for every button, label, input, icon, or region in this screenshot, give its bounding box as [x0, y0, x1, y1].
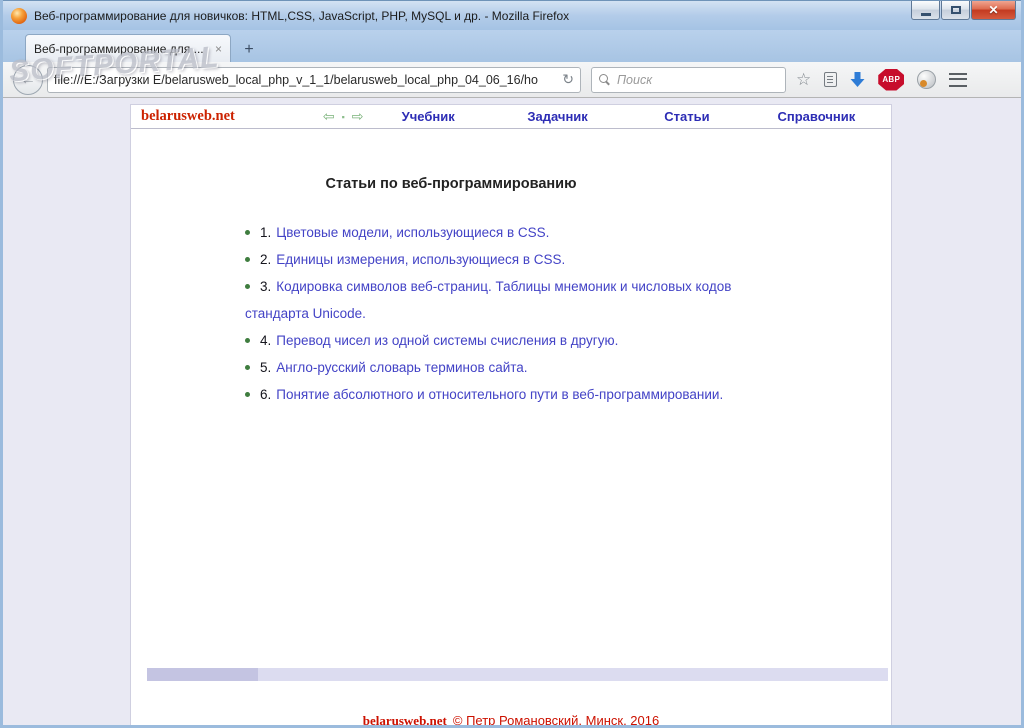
addon-icon[interactable]: [917, 70, 937, 89]
article-list: 1. Цветовые модели, использующиеся в CSS.…: [131, 219, 891, 408]
minimize-button[interactable]: [911, 1, 940, 20]
hamburger-menu-icon[interactable]: [949, 72, 968, 87]
list-item: 1. Цветовые модели, использующиеся в CSS.: [245, 219, 751, 246]
page-title: Статьи по веб-программированию: [325, 176, 577, 192]
next-page-icon[interactable]: ⇨: [352, 108, 364, 125]
adblock-plus-icon[interactable]: ABP: [878, 68, 905, 91]
tab-active[interactable]: Веб-программирование для ... ×: [25, 34, 231, 62]
bookmark-star-icon[interactable]: ☆: [796, 71, 811, 88]
window-controls: ✕: [911, 1, 1021, 20]
list-item: 3. Кодировка символов веб-страниц. Таблиц…: [245, 273, 751, 327]
maximize-button[interactable]: [941, 1, 970, 20]
close-icon: ✕: [988, 3, 999, 17]
article-link[interactable]: Цветовые модели, использующиеся в CSS.: [276, 225, 549, 240]
horizontal-scrollbar[interactable]: [147, 668, 888, 681]
list-item: 4. Перевод чисел из одной системы счислен…: [245, 327, 751, 354]
footer-brand: belarusweb.net: [362, 713, 447, 725]
search-input[interactable]: [617, 72, 778, 87]
tab-strip: Веб-программирование для ... × +: [3, 30, 1021, 62]
reload-icon[interactable]: ↻: [562, 71, 574, 88]
close-button[interactable]: ✕: [971, 1, 1016, 20]
bullet-icon: [245, 365, 250, 370]
site-brand: belarusweb.net: [141, 108, 235, 124]
search-icon[interactable]: [599, 73, 611, 86]
back-button[interactable]: ←: [13, 64, 43, 95]
window-title: Веб-программирование для новичков: HTML,…: [34, 8, 570, 23]
article-link[interactable]: Понятие абсолютного и относительного пут…: [276, 387, 723, 402]
article-link[interactable]: Единицы измерения, использующиеся в CSS.: [276, 252, 565, 267]
list-item: 2. Единицы измерения, использующиеся в CS…: [245, 246, 751, 273]
page-viewport: belarusweb.net ⇦ ▪ ⇨ Учебник Задачник Ст…: [3, 98, 1021, 725]
search-box[interactable]: [591, 66, 786, 93]
article-number: 1.: [260, 225, 272, 240]
article-number: 5.: [260, 360, 272, 375]
article-number: 2.: [260, 252, 272, 267]
article-link[interactable]: Кодировка символов веб-страниц. Таблицы …: [245, 279, 731, 321]
firefox-icon: [11, 7, 27, 24]
url-input[interactable]: [54, 72, 559, 87]
prev-page-icon[interactable]: ⇦: [323, 108, 335, 125]
url-bar[interactable]: ↻: [47, 66, 581, 93]
bullet-icon: [245, 230, 250, 235]
browser-window: Веб-программирование для новичков: HTML,…: [0, 0, 1024, 728]
page-content: belarusweb.net ⇦ ▪ ⇨ Учебник Задачник Ст…: [130, 104, 892, 725]
navigation-toolbar: ← ↻ ☆ ABP: [3, 62, 1021, 98]
new-tab-button[interactable]: +: [234, 38, 264, 62]
bookmarks-menu-icon[interactable]: [824, 72, 838, 87]
bullet-icon: [245, 284, 250, 289]
download-icon[interactable]: [850, 71, 865, 88]
page-heading-wrap: Статьи по веб-программированию: [131, 175, 771, 193]
footer-copyright: © Петр Романовский, Минск, 2016: [452, 713, 660, 725]
site-footer: belarusweb.net © Петр Романовский, Минск,…: [131, 713, 891, 725]
article-number: 4.: [260, 333, 272, 348]
bullet-icon: [245, 338, 250, 343]
titlebar: Веб-программирование для новичков: HTML,…: [3, 0, 1021, 30]
toolbar-icons: ☆ ABP: [796, 68, 968, 91]
list-item: 6. Понятие абсолютного и относительного п…: [245, 381, 751, 408]
back-icon: ←: [20, 70, 36, 88]
article-link[interactable]: Англо-русский словарь терминов сайта.: [276, 360, 527, 375]
site-nav-arrows: ⇦ ▪ ⇨: [323, 108, 364, 125]
site-menu: Учебник Задачник Статьи Справочник: [364, 109, 881, 124]
menu-item-stati[interactable]: Статьи: [622, 109, 751, 124]
bullet-icon: [245, 392, 250, 397]
menu-item-zadachnik[interactable]: Задачник: [493, 109, 622, 124]
article-number: 6.: [260, 387, 272, 402]
nav-dot-icon: ▪: [341, 111, 345, 122]
menu-item-uchebnik[interactable]: Учебник: [364, 109, 493, 124]
menu-item-spravochnik[interactable]: Справочник: [752, 109, 881, 124]
maximize-icon: [950, 6, 961, 14]
site-menubar: belarusweb.net ⇦ ▪ ⇨ Учебник Задачник Ст…: [131, 105, 891, 129]
article-number: 3.: [260, 279, 272, 294]
bullet-icon: [245, 257, 250, 262]
tab-title: Веб-программирование для ...: [34, 41, 204, 56]
minimize-icon: [920, 12, 931, 16]
tab-close-icon[interactable]: ×: [215, 42, 222, 56]
list-item: 5. Англо-русский словарь терминов сайта.: [245, 354, 751, 381]
article-link[interactable]: Перевод чисел из одной системы счисления…: [276, 333, 618, 348]
scrollbar-thumb[interactable]: [147, 668, 258, 681]
